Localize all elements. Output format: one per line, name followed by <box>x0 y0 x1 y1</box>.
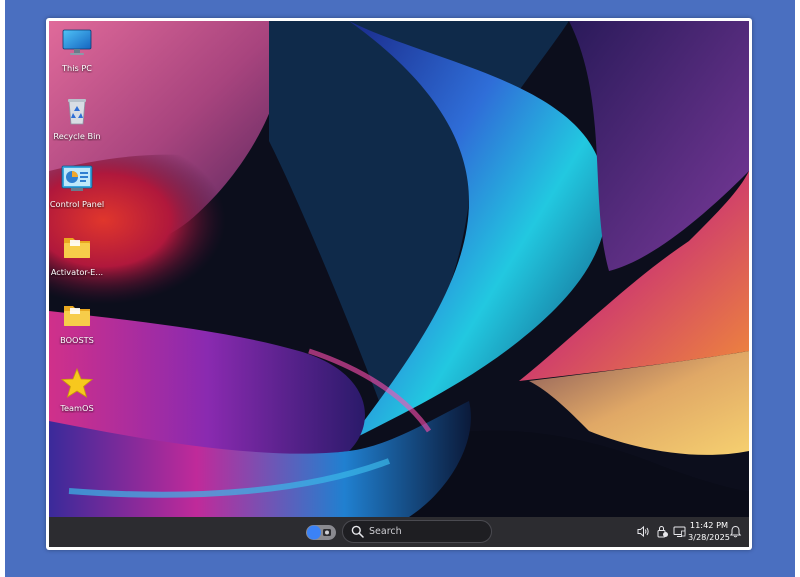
desktop-icon-label: TeamOS <box>60 403 94 413</box>
desktop-icon-teamos[interactable]: TeamOS <box>49 367 108 413</box>
notification-bell-icon[interactable] <box>729 525 742 538</box>
desktop-icon-boosts-folder[interactable]: BOOSTS <box>49 299 108 345</box>
taskbar-clock[interactable]: 11:42 PM 3/28/2025 <box>688 520 730 543</box>
folder-icon <box>61 299 93 331</box>
toggle-camera-icon <box>306 525 336 540</box>
taskbar-toggle-app[interactable] <box>306 524 338 541</box>
desktop-icon-label: Activator-E... <box>50 267 104 277</box>
star-icon <box>61 367 93 399</box>
desktop-icon-this-pc[interactable]: This PC <box>49 27 108 73</box>
lock-battery-icon[interactable] <box>656 525 669 538</box>
desktop-wallpaper[interactable]: This PC Recycle Bin Control Panel Activa… <box>49 21 749 517</box>
clock-time: 11:42 PM <box>689 520 729 530</box>
search-icon <box>351 525 364 538</box>
desktop-icon-label: BOOSTS <box>60 335 94 345</box>
display-icon[interactable] <box>673 525 686 538</box>
control-panel-icon <box>61 163 93 195</box>
desktop-icon-activator-folder[interactable]: Activator-E... <box>49 231 108 277</box>
taskbar: Search 11:42 PM 3/28/2025 <box>49 517 749 547</box>
monitor-icon <box>61 27 93 59</box>
desktop-icon-label: Recycle Bin <box>53 131 101 141</box>
desktop-screen-frame: This PC Recycle Bin Control Panel Activa… <box>46 18 752 550</box>
folder-icon <box>61 231 93 263</box>
volume-icon[interactable] <box>637 525 650 538</box>
clock-date: 3/28/2025 <box>688 531 730 542</box>
search-placeholder: Search <box>369 526 402 537</box>
wallpaper-art <box>49 21 749 517</box>
taskbar-search-box[interactable]: Search <box>342 520 492 543</box>
desktop-icon-label: Control Panel <box>49 199 105 209</box>
desktop-icon-label: This PC <box>62 63 92 73</box>
desktop-icon-control-panel[interactable]: Control Panel <box>49 163 108 209</box>
recycle-bin-icon <box>61 95 93 127</box>
desktop-icon-recycle-bin[interactable]: Recycle Bin <box>49 95 108 141</box>
